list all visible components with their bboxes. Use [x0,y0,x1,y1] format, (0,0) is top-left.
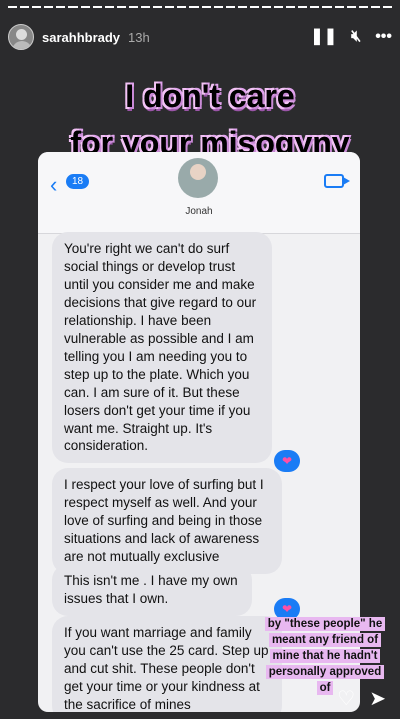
caption-text: by "these people" he meant any friend of… [264,617,386,696]
post-time: 13h [128,29,150,45]
progress-segment [32,6,42,8]
progress-segment [44,6,54,8]
progress-segment [322,6,332,8]
progress-segment [298,6,308,8]
progress-segment [346,6,356,8]
story-header: sarahhbrady 13h ❚❚ 🔇︎ ••• [8,22,392,52]
progress-segment [165,6,175,8]
progress-segment [225,6,235,8]
progress-segment [92,6,102,8]
more-icon[interactable]: ••• [375,29,392,45]
progress-segment [382,6,392,8]
mute-icon[interactable]: 🔇︎ [351,29,361,45]
contact-name: Jonah [185,206,213,217]
avatar[interactable] [8,24,34,50]
progress-segment [177,6,187,8]
story-footer: ♡ ➤ [337,689,386,709]
heart-icon[interactable]: ♡ [337,689,355,709]
progress-segment [128,6,139,8]
username[interactable]: sarahhbrady [42,30,120,45]
progress-segment [68,6,78,8]
progress-segment [80,6,90,8]
contact-avatar [178,158,218,198]
progress-segment [261,6,272,8]
message-bubble: If you want marriage and family you can'… [52,616,282,712]
caption-sticker: by "these people" he meant any friend of… [260,616,390,696]
progress-segment [189,6,199,8]
back-chevron-icon: ‹ [50,172,58,197]
progress-segment [249,6,259,8]
progress-segment [213,6,223,8]
header-controls: ❚❚ 🔇︎ ••• [310,29,392,45]
send-icon[interactable]: ➤ [369,689,386,709]
video-call-icon [324,174,350,188]
progress-segment [370,6,380,8]
progress-segment [116,6,126,8]
progress-segment [201,6,211,8]
message-bubble: This isn't me . I have my own issues tha… [52,564,252,616]
story-view: sarahhbrady 13h ❚❚ 🔇︎ ••• I don't care f… [0,0,400,719]
progress-segment [20,6,30,8]
progress-segment [8,6,18,8]
heart-tapback-icon: ❤ [274,450,300,472]
pause-icon[interactable]: ❚❚ [310,29,337,45]
unread-badge: 18 [66,174,90,189]
progress-segment [56,6,66,8]
progress-segment [310,6,320,8]
conversation-header: ‹ 18 Jonah [38,152,360,234]
progress-segment [153,6,163,8]
progress-segment [274,6,284,8]
progress-segment [237,6,247,8]
text-sticker-line-1: I don't care [125,78,295,114]
progress-segment [334,6,344,8]
progress-segment [141,6,151,8]
progress-segment [104,6,114,8]
story-progress-bar [8,6,392,8]
progress-segment [358,6,368,8]
progress-segment [286,6,296,8]
message-bubble: You're right we can't do surf social thi… [52,232,272,464]
message-bubble: I respect your love of surfing but I res… [52,468,282,574]
